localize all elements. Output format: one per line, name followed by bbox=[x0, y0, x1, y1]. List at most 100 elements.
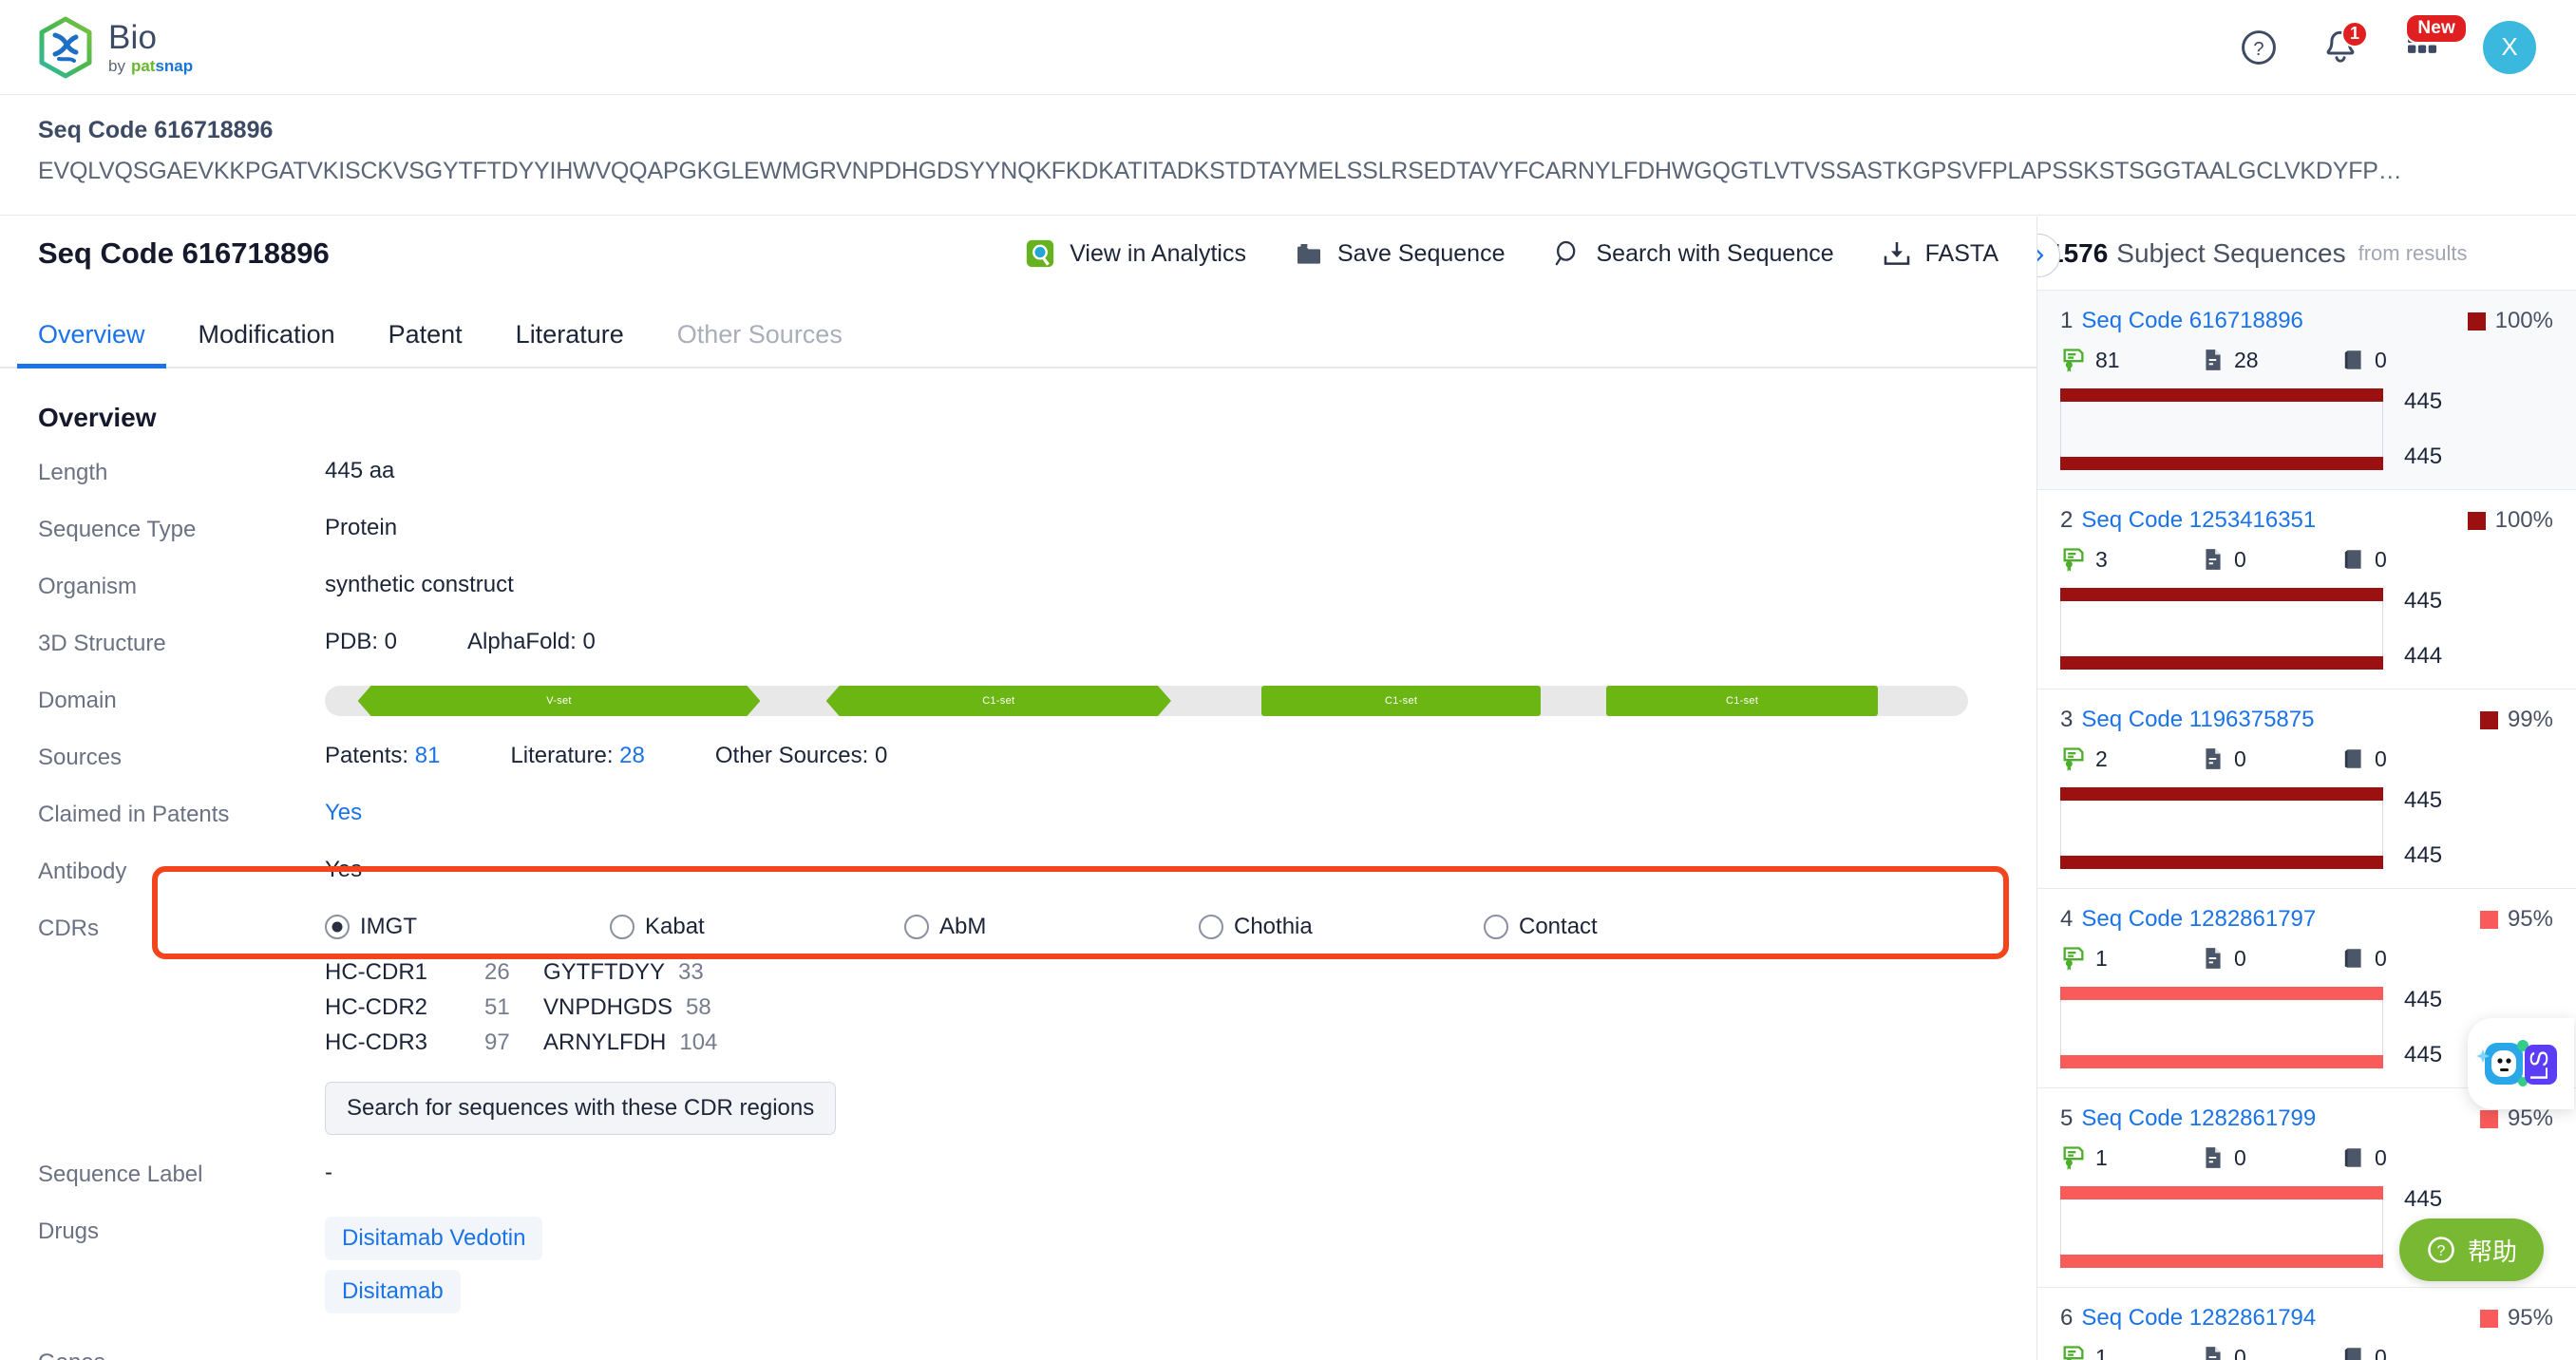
view-in-analytics-button[interactable]: View in Analytics bbox=[1024, 237, 1246, 270]
card-stats: 1 0 0 bbox=[2060, 1344, 2553, 1360]
tab-literature[interactable]: Literature bbox=[516, 320, 624, 367]
card-seq-code[interactable]: Seq Code 1282861797 bbox=[2081, 906, 2316, 933]
book-count-stat[interactable]: 0 bbox=[2341, 546, 2387, 573]
drug-chip-list: Disitamab Vedotin Disitamab bbox=[325, 1217, 543, 1323]
field-claimed-in-patents: Claimed in Patents Yes bbox=[38, 800, 1998, 832]
card-index: 6 bbox=[2060, 1305, 2074, 1331]
sources-other: Other Sources: 0 bbox=[714, 743, 888, 768]
book-count: 0 bbox=[2375, 1344, 2387, 1360]
notification-badge: 1 bbox=[2341, 20, 2368, 47]
subject-sequence-card[interactable]: 1 Seq Code 616718896 100% 81 28 0 445 445 bbox=[2037, 291, 2576, 490]
document-count-stat[interactable]: 0 bbox=[2201, 1344, 2341, 1360]
subject-sequence-card[interactable]: 3 Seq Code 1196375875 99% 2 0 0 445 445 bbox=[2037, 689, 2576, 889]
card-stats: 2 0 0 bbox=[2060, 746, 2553, 772]
cdr-end: 104 bbox=[679, 1029, 718, 1055]
subject-bar bbox=[2060, 1055, 2383, 1068]
card-seq-code[interactable]: Seq Code 616718896 bbox=[2081, 308, 2303, 334]
cdr-table: HC-CDR1 26 GYTFTDYY 33 HC-CDR2 51 VNPDHGDS 58 HC… bbox=[325, 959, 1598, 1056]
tab-patent[interactable]: Patent bbox=[388, 320, 463, 367]
cdr-scheme-radio-kabat[interactable]: Kabat bbox=[610, 914, 904, 940]
book-count-stat[interactable]: 0 bbox=[2341, 1144, 2387, 1171]
patent-count-stat[interactable]: 1 bbox=[2060, 1144, 2201, 1171]
cdr-end: 33 bbox=[678, 959, 704, 985]
card-seq-code[interactable]: Seq Code 1196375875 bbox=[2081, 707, 2314, 733]
drug-chip[interactable]: Disitamab Vedotin bbox=[325, 1217, 543, 1260]
chat-bot-widget[interactable]: LS bbox=[2468, 1018, 2574, 1109]
analytics-icon bbox=[1027, 239, 1054, 268]
patent-count-stat[interactable]: 1 bbox=[2060, 1344, 2201, 1360]
domain-segment-1[interactable]: C1-set bbox=[826, 686, 1171, 716]
alignment-bars bbox=[2060, 588, 2383, 670]
card-seq-code[interactable]: Seq Code 1253416351 bbox=[2081, 507, 2316, 534]
sequence-type-label: Sequence Type bbox=[38, 517, 197, 542]
book-count-stat[interactable]: 0 bbox=[2341, 1344, 2387, 1360]
card-seq-code[interactable]: Seq Code 1282861799 bbox=[2081, 1105, 2316, 1132]
book-count-stat[interactable]: 0 bbox=[2341, 347, 2387, 373]
alignment-diagram: 445 445 bbox=[2060, 388, 2553, 470]
fasta-label: FASTA bbox=[1924, 239, 1998, 267]
sources-patents-count[interactable]: 81 bbox=[415, 743, 441, 768]
document-icon bbox=[2206, 1147, 2221, 1168]
subject-sequence-card[interactable]: 6Seq Code 128286179495%100445445 bbox=[2037, 1288, 2576, 1360]
patent-count-stat[interactable]: 3 bbox=[2060, 546, 2201, 573]
alignment-gap bbox=[2060, 1000, 2383, 1055]
help-button[interactable]: ? bbox=[2238, 27, 2280, 68]
cdr-scheme-radio-imgt[interactable]: IMGT bbox=[325, 914, 610, 940]
alphafold-count: AlphaFold: 0 bbox=[467, 629, 596, 654]
query-length: 445 bbox=[2404, 588, 2443, 614]
sources-literature-count[interactable]: 28 bbox=[619, 743, 645, 768]
help-label: 帮助 bbox=[2467, 1237, 2517, 1266]
card-header: 1 Seq Code 616718896 100% bbox=[2060, 308, 2553, 334]
document-count-stat[interactable]: 28 bbox=[2201, 347, 2341, 373]
cdr-scheme-radio-contact[interactable]: Contact bbox=[1484, 914, 1598, 940]
document-count: 0 bbox=[2234, 546, 2246, 572]
brand-logo-group[interactable]: Bio by patsnap bbox=[36, 16, 193, 79]
identity-percent: 100% bbox=[2494, 308, 2553, 333]
tab-modification[interactable]: Modification bbox=[199, 320, 335, 367]
patent-count-stat[interactable]: 81 bbox=[2060, 347, 2201, 373]
patent-icon bbox=[2063, 1346, 2084, 1360]
document-icon bbox=[2206, 549, 2221, 570]
document-count-stat[interactable]: 0 bbox=[2201, 945, 2341, 972]
main-content: Seq Code 616718896 View in Analytics Sav… bbox=[0, 217, 2036, 1360]
domain-segment-3[interactable]: C1-set bbox=[1606, 686, 1878, 716]
identity-percent: 100% bbox=[2494, 507, 2553, 533]
cdr-scheme-radio-chothia[interactable]: Chothia bbox=[1199, 914, 1484, 940]
patent-count-stat[interactable]: 2 bbox=[2060, 746, 2201, 772]
alignment-diagram: 445 444 bbox=[2060, 588, 2553, 670]
antibody-label: Antibody bbox=[38, 859, 127, 884]
document-count-stat[interactable]: 0 bbox=[2201, 746, 2341, 772]
identity-color-swatch bbox=[2479, 1309, 2498, 1328]
question-circle-icon: ? bbox=[2428, 1237, 2454, 1263]
fasta-download-button[interactable]: FASTA bbox=[1882, 238, 1998, 269]
document-count-stat[interactable]: 0 bbox=[2201, 1144, 2341, 1171]
subject-sequence-card[interactable]: 2 Seq Code 1253416351 100% 3 0 0 445 444 bbox=[2037, 490, 2576, 689]
book-count-stat[interactable]: 0 bbox=[2341, 746, 2387, 772]
cdr-scheme-radio-group[interactable]: IMGT Kabat AbM Chothia Contact bbox=[325, 914, 1598, 940]
cdr-scheme-radio-abm[interactable]: AbM bbox=[904, 914, 1199, 940]
alignment-bars bbox=[2060, 987, 2383, 1068]
domain-segment-2[interactable]: C1-set bbox=[1261, 686, 1542, 716]
notifications-button[interactable]: 1 bbox=[2320, 20, 2368, 68]
subject-sequences-list[interactable]: 1 Seq Code 616718896 100% 81 28 0 445 445 2 Seq C… bbox=[2037, 291, 2576, 1360]
drug-chip[interactable]: Disitamab bbox=[325, 1270, 461, 1313]
search-with-sequence-button[interactable]: Search with Sequence bbox=[1552, 238, 1834, 269]
domain-track[interactable]: V-set C1-set C1-set C1-set bbox=[325, 686, 1968, 716]
brand-pat: pat bbox=[130, 56, 156, 75]
subject-sequences-panel: 1576 Subject Sequences from results 1 Seq… bbox=[2036, 217, 2576, 1360]
apps-grid-button[interactable]: New bbox=[2401, 12, 2468, 68]
tab-overview[interactable]: Overview bbox=[17, 320, 165, 368]
document-count-stat[interactable]: 0 bbox=[2201, 546, 2341, 573]
main-toolbar: View in Analytics Save Sequence Search w… bbox=[1024, 237, 1998, 270]
book-icon bbox=[2344, 1148, 2361, 1167]
help-floating-button[interactable]: ? 帮助 bbox=[2398, 1218, 2544, 1281]
book-count-stat[interactable]: 0 bbox=[2341, 945, 2387, 972]
user-avatar[interactable]: X bbox=[2483, 20, 2536, 74]
claimed-value[interactable]: Yes bbox=[325, 800, 362, 826]
patent-count-stat[interactable]: 1 bbox=[2060, 945, 2201, 972]
save-sequence-button[interactable]: Save Sequence bbox=[1294, 238, 1505, 269]
brand-snap: snap bbox=[155, 56, 194, 75]
domain-segment-0[interactable]: V-set bbox=[358, 686, 761, 716]
card-seq-code[interactable]: Seq Code 1282861794 bbox=[2081, 1305, 2316, 1332]
cdr-search-button[interactable]: Search for sequences with these CDR regi… bbox=[325, 1082, 837, 1135]
